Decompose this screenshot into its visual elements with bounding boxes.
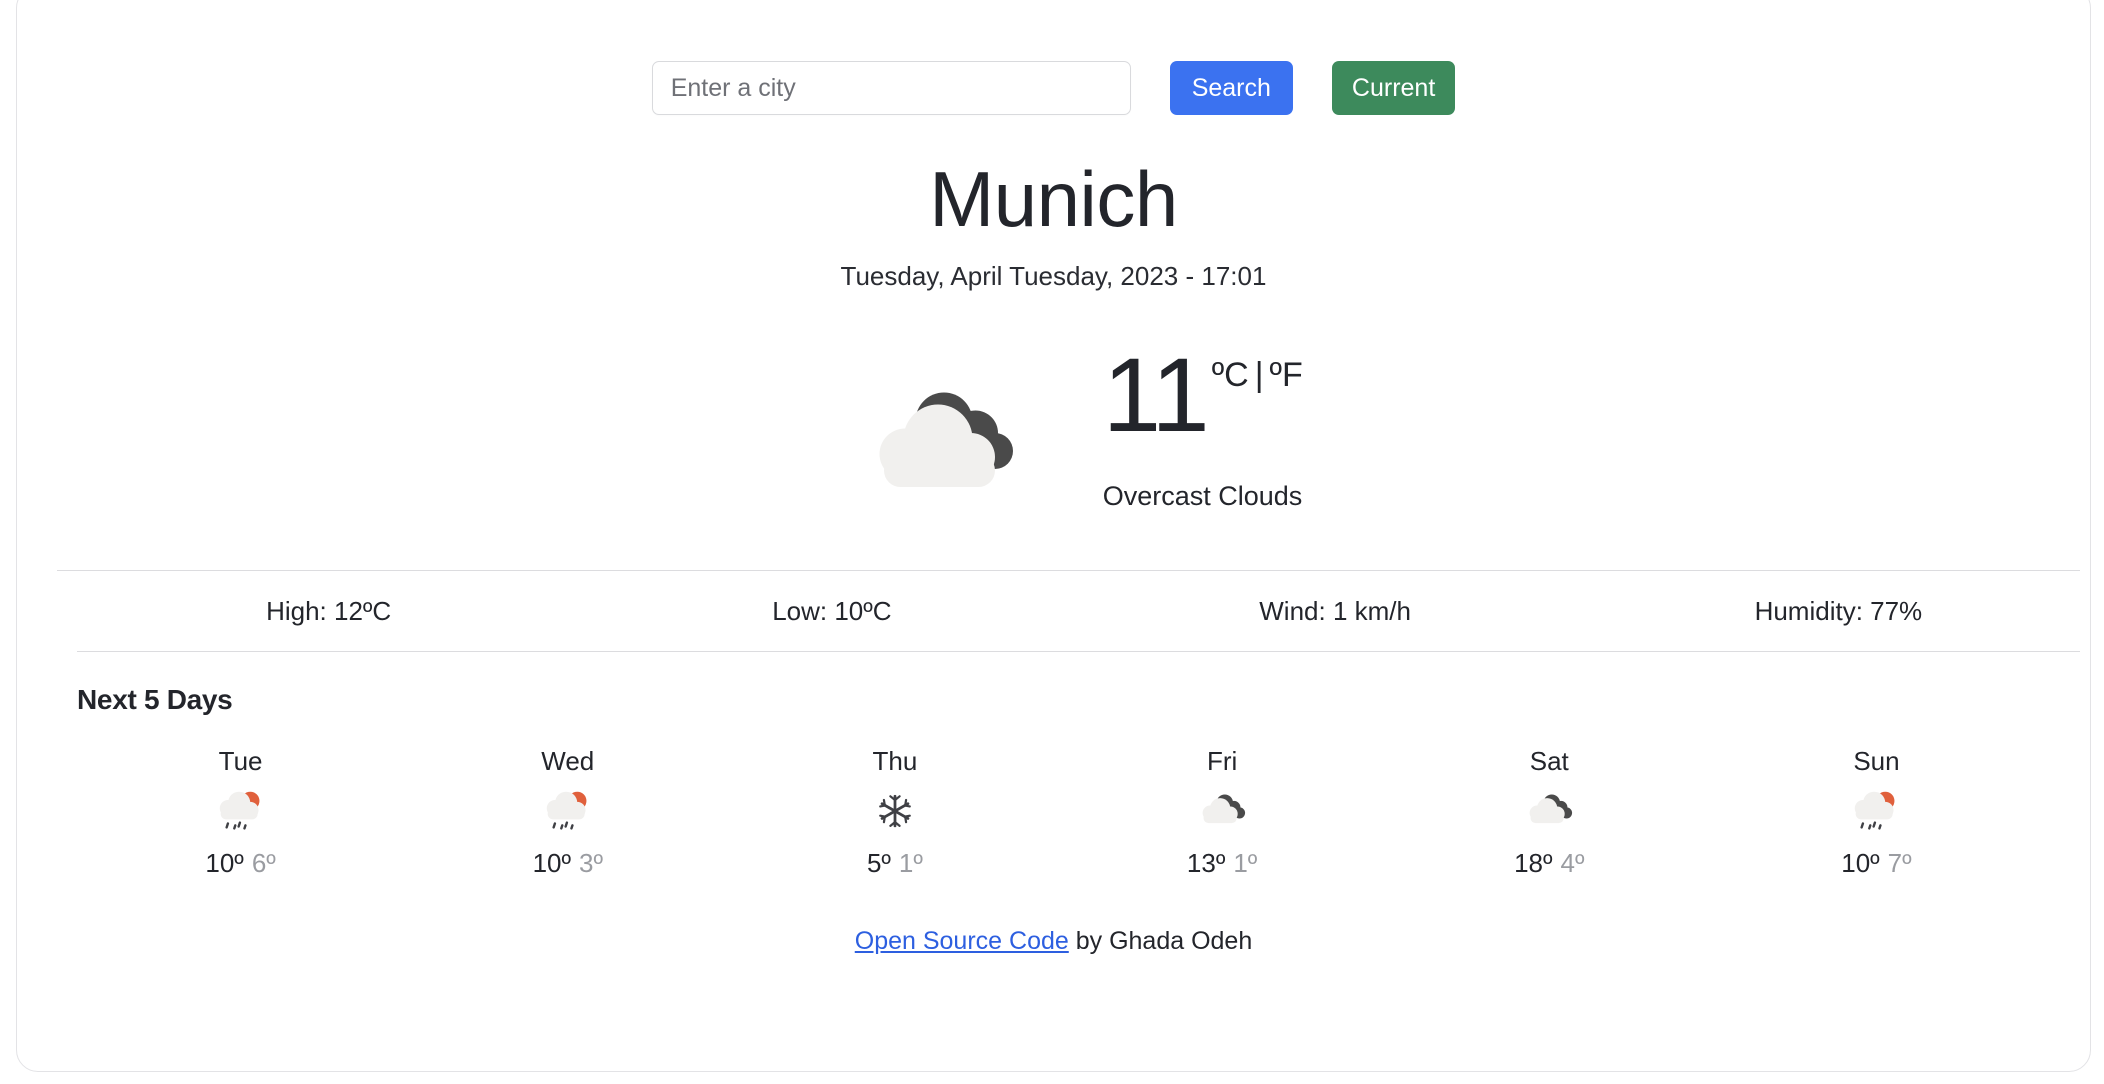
forecast-min: 3º (578, 848, 603, 878)
search-input[interactable] (651, 61, 1131, 115)
fahrenheit-link[interactable]: ºF (1270, 356, 1303, 394)
stat-low: Low: 10ºC (772, 595, 892, 626)
stat-wind: Wind: 1 km/h (1259, 595, 1411, 626)
stat-humidity: Humidity: 77% (1754, 595, 1923, 626)
forecast-day-label: Thu (872, 746, 918, 776)
forecast-day-thu: Thu 5º 1º (731, 746, 1058, 879)
divider-below-stats (77, 651, 2080, 652)
footer: Open Source Code by Ghada Odeh (17, 927, 2090, 956)
weather-app-card: Search Current Munich Tuesday, April Tue… (16, 0, 2091, 1072)
temperature-value: 11 (1102, 337, 1210, 454)
footer-credit: by Ghada Odeh (1068, 927, 1253, 955)
weather-condition: Overcast Clouds (1102, 480, 1303, 511)
forecast-day-tue: Tue 10º 6º (77, 746, 404, 879)
sun-cloud-rain-icon (546, 791, 587, 830)
search-button[interactable]: Search (1169, 61, 1293, 115)
sun-cloud-rain-icon (219, 791, 260, 830)
overcast-clouds-icon (1529, 794, 1573, 824)
stats-row: High: 12ºC Low: 10ºC Wind: 1 km/h Humidi… (17, 571, 2090, 651)
forecast-min: 1º (1233, 848, 1258, 878)
forecast-day-label: Tue (218, 746, 263, 776)
forecast-temps: 5º 1º (731, 848, 1058, 879)
forecast-min: 7º (1887, 848, 1912, 878)
forecast-max: 13º (1186, 848, 1226, 878)
forecast-day-sat: Sat 18º 4º (1386, 746, 1713, 879)
forecast-row: Tue 10º 6º Wed 10º 3º Thu 5º 1º Fri 13º … (17, 746, 2090, 879)
forecast-day-label: Fri (1206, 746, 1238, 776)
forecast-temps: 10º 3º (404, 848, 731, 879)
forecast-max: 5º (866, 848, 891, 878)
forecast-temps: 18º 4º (1386, 848, 1713, 879)
snowflake-icon (879, 794, 911, 828)
forecast-day-label: Sun (1853, 746, 1900, 776)
temperature-units: ºC | ºF (1212, 356, 1303, 395)
current-location-button[interactable]: Current (1331, 61, 1456, 115)
sun-cloud-rain-icon (1855, 791, 1895, 830)
unit-separator: | (1254, 356, 1264, 394)
overcast-clouds-icon (879, 392, 1013, 487)
forecast-day-label: Wed (541, 746, 595, 776)
stat-high: High: 12ºC (266, 595, 392, 626)
forecast-max: 10º (532, 848, 571, 878)
forecast-temps: 10º 7º (1713, 848, 2040, 879)
forecast-min: 1º (898, 848, 923, 878)
forecast-temps: 13º 1º (1059, 848, 1386, 879)
forecast-title: Next 5 Days (77, 684, 233, 715)
open-source-code-link[interactable]: Open Source Code (855, 927, 1069, 955)
forecast-day-label: Sat (1529, 746, 1569, 776)
forecast-day-wed: Wed 10º 3º (404, 746, 731, 879)
forecast-max: 10º (1841, 848, 1880, 878)
current-date: Tuesday, April Tuesday, 2023 - 17:01 (840, 261, 1267, 291)
forecast-day-sun: Sun 10º 7º (1713, 746, 2040, 879)
search-bar: Search Current (17, 0, 2090, 115)
forecast-min: 6º (251, 848, 276, 878)
forecast-max: 18º (1514, 848, 1553, 878)
forecast-temps: 10º 6º (77, 848, 404, 879)
celsius-link[interactable]: ºC (1212, 356, 1249, 394)
overcast-clouds-icon (1202, 794, 1246, 824)
forecast-day-fri: Fri 13º 1º (1059, 746, 1386, 879)
current-conditions: 11 ºC | ºF Overcast Clouds (17, 337, 2090, 520)
temperature-block: 11 ºC | ºF Overcast Clouds (1102, 337, 1317, 512)
forecast-max: 10º (205, 848, 244, 878)
city-name: Munich (929, 155, 1178, 243)
forecast-min: 4º (1560, 848, 1585, 878)
